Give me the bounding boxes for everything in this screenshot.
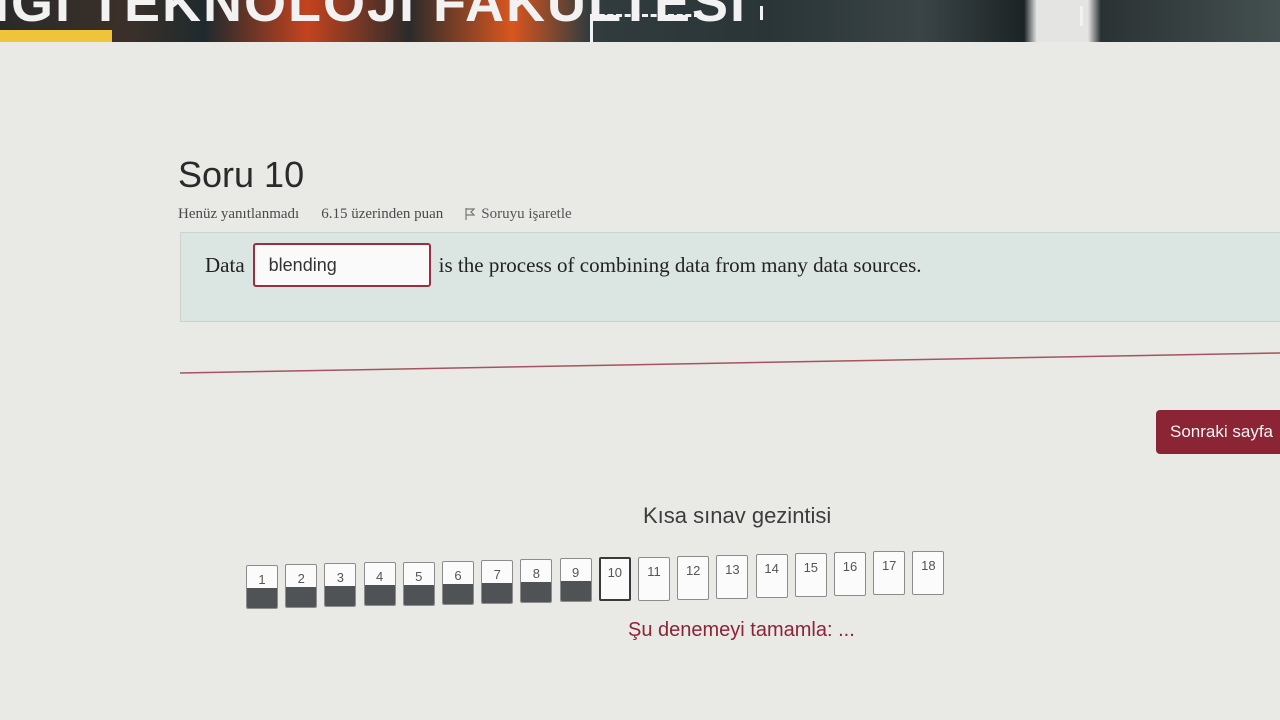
quiz-nav-button-7[interactable]: 7 (481, 559, 514, 604)
quiz-nav-button-15[interactable]: 15 (794, 553, 827, 598)
quiz-nav-button-16[interactable]: 16 (834, 552, 866, 597)
question-suffix: is the process of combining data from ma… (438, 252, 922, 277)
quiz-nav-button-18[interactable]: 18 (912, 550, 945, 595)
answer-input[interactable] (252, 243, 431, 287)
question-status: Henüz yanıtlanmadı (178, 205, 300, 222)
quiz-nav-button-5[interactable]: 5 (402, 561, 435, 606)
flag-question-link[interactable]: Soruyu işaretle (465, 205, 572, 223)
quiz-nav-button-4[interactable]: 4 (363, 562, 396, 607)
quiz-nav-button-17[interactable]: 17 (873, 551, 906, 596)
banner-title: IGI TEKNOLOJI FAKULTESI (0, 0, 748, 33)
quiz-nav-button-14[interactable]: 14 (755, 553, 788, 598)
question-content: Data is the process of combining data fr… (180, 232, 1280, 322)
quiz-nav-button-9[interactable]: 9 (559, 558, 592, 603)
question-info: Henüz yanıtlanmadı 6.15 üzerinden puan S… (178, 204, 572, 224)
quiz-nav-button-13[interactable]: 13 (716, 554, 749, 599)
question-title: Soru 10 (178, 154, 305, 195)
finish-attempt-link[interactable]: Şu denemeyi tamamla: ... (628, 619, 855, 642)
question-points: 6.15 üzerinden puan (321, 205, 444, 222)
flag-icon (465, 208, 476, 220)
question-sentence: Data is the process of combining data fr… (205, 243, 922, 287)
banner-line (760, 6, 763, 20)
quiz-nav-button-6[interactable]: 6 (442, 560, 474, 605)
divider-line (180, 352, 1280, 374)
quiz-nav-button-8[interactable]: 8 (520, 559, 553, 604)
quiz-navigation-title: Kısa sınav gezintisi (643, 503, 832, 528)
quiz-nav-button-12[interactable]: 12 (677, 555, 710, 600)
quiz-nav-button-1[interactable]: 1 (246, 565, 278, 609)
flag-question-label: Soruyu işaretle (481, 205, 572, 222)
quiz-nav-button-3[interactable]: 3 (324, 563, 357, 608)
question-prefix: Data (205, 252, 245, 277)
header-banner: IGI TEKNOLOJI FAKULTESI (0, 0, 1280, 42)
quiz-nav-button-2[interactable]: 2 (285, 564, 318, 609)
next-page-button[interactable]: Sonraki sayfa (1156, 410, 1280, 454)
banner-line (1080, 6, 1083, 26)
quiz-nav-button-10[interactable]: 10 (598, 557, 631, 602)
quiz-nav-button-11[interactable]: 11 (638, 556, 670, 601)
